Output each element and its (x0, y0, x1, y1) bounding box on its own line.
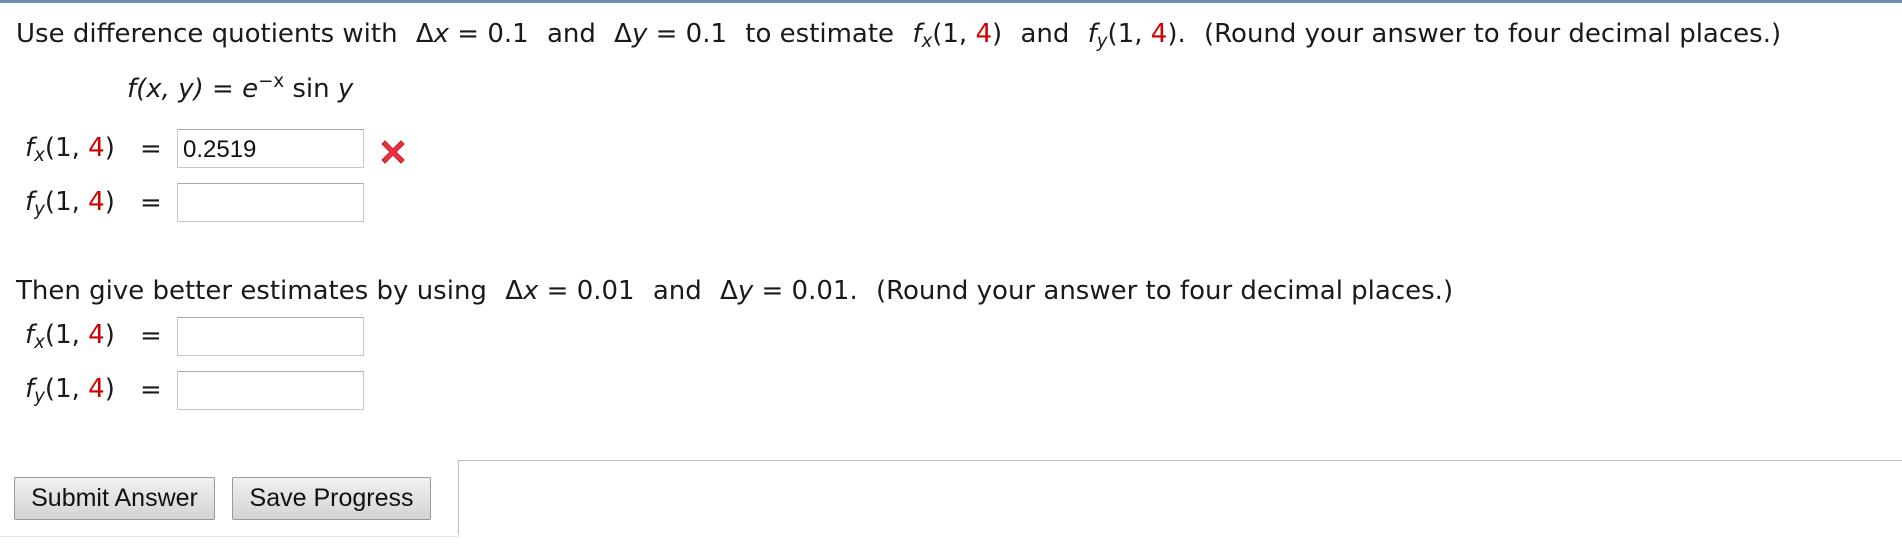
part2-fy-label: fy(1, 4) (25, 374, 115, 408)
rounding-instruction: (Round your answer to four decimal place… (875, 276, 1454, 306)
divider-line (0, 536, 458, 537)
then-sentence: Then give better estimates by using Δx =… (16, 274, 1453, 308)
x-variable: x (522, 276, 539, 306)
and-text: and (652, 276, 702, 306)
delta-y-value: = 0.01. (761, 276, 858, 306)
formula-sin: sin (292, 74, 330, 104)
function-formula: f(x, y) = e−x sin y (127, 72, 353, 106)
formula-equals: = (212, 74, 234, 104)
rounding-instruction: (Round your answer to four decimal place… (1204, 19, 1782, 49)
formula-exponent: −x (258, 71, 285, 92)
question-intro: Use difference quotients with Δx = 0.1 a… (16, 17, 1781, 51)
and-text: and (546, 19, 596, 49)
part2-fx-label: fx(1, 4) (25, 320, 115, 354)
delta-symbol: Δ (415, 19, 434, 49)
formula-lhs: f(x, y) (127, 74, 204, 104)
x-variable: x (433, 19, 450, 49)
delta-symbol: Δ (505, 276, 523, 306)
fx-notation: fx(1, 4) (912, 19, 1003, 53)
delta-x-value: = 0.1 (457, 19, 529, 49)
part1-fx-answer-input[interactable] (177, 129, 364, 168)
part1-fx-label: fx(1, 4) (25, 133, 115, 167)
part1-fx-equals: = (140, 134, 162, 164)
divider-line (459, 460, 1902, 461)
to-estimate-text: to estimate (745, 19, 895, 49)
and-text: and (1020, 19, 1070, 49)
top-rule (0, 0, 1902, 3)
part2-fx-equals: = (140, 321, 162, 351)
part2-fy-equals: = (140, 375, 162, 405)
part1-fy-label: fy(1, 4) (25, 187, 115, 221)
delta-x-value: = 0.01 (546, 276, 635, 306)
y-variable: y (737, 276, 754, 306)
fy-notation: fy(1, 4). (1087, 19, 1186, 53)
incorrect-x-icon (381, 140, 405, 164)
button-bar: Submit Answer Save Progress (0, 460, 1902, 554)
part1-fy-equals: = (140, 188, 162, 218)
then-lead-text: Then give better estimates by using (16, 276, 487, 306)
part2-fx-answer-input[interactable] (177, 317, 364, 356)
intro-lead-text: Use difference quotients with (16, 19, 398, 49)
save-progress-button[interactable]: Save Progress (232, 477, 431, 520)
delta-symbol: Δ (720, 276, 738, 306)
part1-fy-answer-input[interactable] (177, 183, 364, 222)
formula-sin-arg: y (337, 74, 354, 104)
formula-base: e (242, 74, 259, 104)
submit-answer-button[interactable]: Submit Answer (14, 477, 215, 520)
delta-symbol: Δ (614, 19, 632, 49)
y-variable: y (631, 19, 648, 49)
divider-line (458, 460, 459, 535)
delta-y-value: = 0.1 (655, 19, 728, 49)
part2-fy-answer-input[interactable] (177, 371, 364, 410)
